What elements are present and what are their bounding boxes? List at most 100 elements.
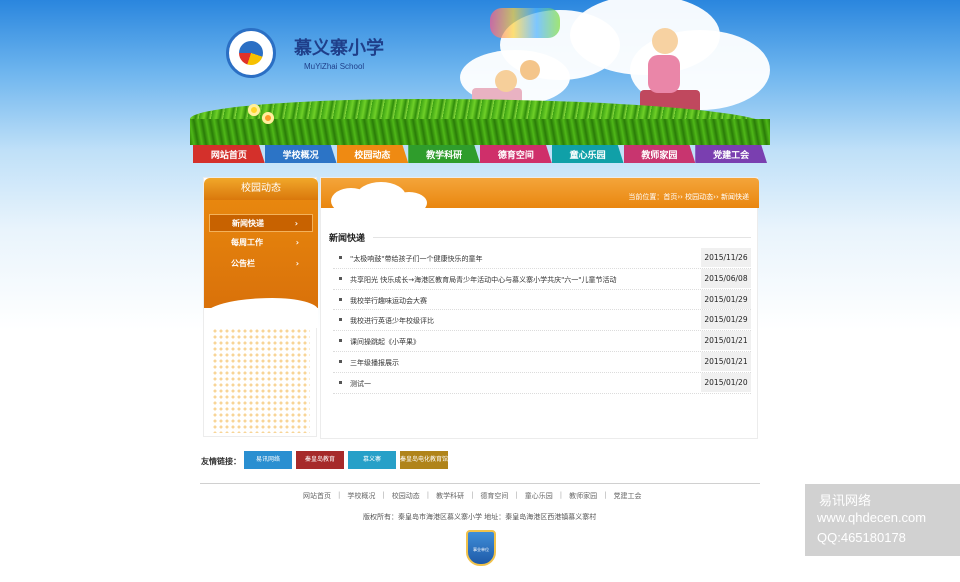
sidebar-item-weekly[interactable]: 每周工作 › <box>209 234 313 252</box>
news-date: 2015/11/26 <box>701 248 751 267</box>
teacher-illustration <box>652 28 678 54</box>
nav-item-campus-news[interactable]: 校园动态 <box>336 145 409 163</box>
bullet-icon <box>339 256 342 259</box>
footer-link-teachers[interactable]: 教师家园 <box>569 491 597 501</box>
institution-badge[interactable]: 事业单位 <box>466 530 496 566</box>
link-label: 易讯网络 <box>255 456 280 463</box>
news-item[interactable]: "太极响鼓"带给孩子们一个健康快乐的童年 2015/11/26 <box>333 248 751 269</box>
section-title: 新闻快递 <box>329 234 366 244</box>
bullet-icon <box>339 359 342 363</box>
footer-link-teaching[interactable]: 教学科研 <box>436 491 464 501</box>
links-label: 友情链接： <box>201 457 241 466</box>
chevron-right-icon: › <box>295 238 299 247</box>
child-illustration <box>495 70 517 92</box>
news-title[interactable]: 共享阳光 快乐成长→海港区教育局青少年活动中心与慕义寨小学共庆"六一"儿童节活动 <box>350 275 617 285</box>
school-name: 慕义寨小学 <box>294 38 384 59</box>
nav-label: 网站首页 <box>210 150 247 161</box>
news-date: 2015/01/21 <box>701 351 751 371</box>
sidebar: 校园动态 新闻快递 › 每周工作 › 公告栏 › <box>203 177 318 437</box>
nav-item-home[interactable]: 网站首页 <box>193 145 265 163</box>
news-title[interactable]: 三年级播报展示 <box>350 358 399 368</box>
bullet-icon <box>339 318 342 322</box>
sidebar-item-notice[interactable]: 公告栏 › <box>209 255 313 273</box>
bullet-icon <box>339 297 342 301</box>
news-title[interactable]: 课间操跳起《小苹果》 <box>350 337 420 347</box>
watermark: 易讯网络 www.qhdecen.com QQ:465180178 <box>805 484 960 556</box>
nav-item-teaching[interactable]: 教学科研 <box>408 145 480 163</box>
sidebar-item-label: 公告栏 <box>231 259 255 268</box>
link-logo-muyizhai[interactable]: 慕义寨 <box>348 451 396 469</box>
sidebar-item-label: 新闻快递 <box>232 219 264 228</box>
footer-link-party[interactable]: 党建工会 <box>614 491 642 501</box>
flower-icon <box>262 112 274 124</box>
bullet-icon <box>339 339 342 343</box>
news-date: 2015/01/29 <box>701 310 751 330</box>
nav-item-overview[interactable]: 学校概况 <box>264 145 337 163</box>
school-name-en: MuYiZhai School <box>304 62 365 71</box>
breadcrumb: 当前位置：首页›› 校园动态›› 新闻快递 <box>628 193 749 201</box>
main-content: 当前位置：首页›› 校园动态›› 新闻快递 新闻快递 "太极响鼓"带给孩子们一个… <box>320 177 759 439</box>
decorative-dots <box>212 328 310 433</box>
school-logo[interactable] <box>226 28 276 78</box>
letters-illustration <box>490 8 560 38</box>
grass <box>190 119 770 145</box>
nav-item-teachers[interactable]: 教师家园 <box>623 145 696 163</box>
footer-link-campus-news[interactable]: 校园动态 <box>392 491 420 501</box>
news-item[interactable]: 我校进行英语少年校级评比 2015/01/29 <box>333 310 751 332</box>
nav-item-kids[interactable]: 童心乐园 <box>551 145 624 163</box>
nav-label: 教学科研 <box>426 150 463 161</box>
chevron-right-icon: › <box>294 219 298 228</box>
link-label: 秦皇岛电化教育馆 <box>400 456 449 463</box>
chevron-right-icon: › <box>295 259 299 268</box>
content-banner: 当前位置：首页›› 校园动态›› 新闻快递 <box>321 178 759 214</box>
link-label: 秦皇岛教育 <box>304 456 335 463</box>
link-logo-yixun[interactable]: 易讯网络 <box>244 451 292 469</box>
news-title[interactable]: 测试一 <box>350 379 371 389</box>
news-date: 2015/01/21 <box>701 331 751 351</box>
news-item[interactable]: 我校举行趣味运动会大赛 2015/01/29 <box>333 289 751 311</box>
footer-link-overview[interactable]: 学校概况 <box>347 491 375 501</box>
news-date: 2015/01/29 <box>701 289 751 309</box>
news-date: 2015/01/20 <box>701 372 751 392</box>
news-item[interactable]: 课间操跳起《小苹果》 2015/01/21 <box>333 331 751 352</box>
nav-item-party[interactable]: 党建工会 <box>695 145 767 163</box>
link-logo-audiovisual[interactable]: 秦皇岛电化教育馆 <box>400 451 448 469</box>
nav-label: 德育空间 <box>497 150 534 161</box>
footer-nav: 网站首页 | 学校概况 | 校园动态 | 教学科研 | 德育空间 | 童心乐园 | 教师家园… <box>303 491 642 501</box>
news-item[interactable]: 测试一 2015/01/20 <box>333 372 751 394</box>
teacher-illustration <box>648 55 680 93</box>
sidebar-menu: 新闻快递 › 每周工作 › 公告栏 › <box>204 200 318 308</box>
footer-link-moral[interactable]: 德育空间 <box>480 491 508 501</box>
footer-link-home[interactable]: 网站首页 <box>303 491 331 501</box>
cloud <box>391 192 427 214</box>
badge-label: 事业单位 <box>473 547 489 552</box>
sidebar-item-label: 每周工作 <box>231 238 263 247</box>
flower-icon <box>248 104 260 116</box>
nav-label: 童心乐园 <box>569 150 606 161</box>
news-date: 2015/06/08 <box>701 268 751 288</box>
watermark-qq: QQ:465180178 <box>817 530 906 545</box>
copyright-text: 版权所有：秦皇岛市海港区慕义寨小学 地址：秦皇岛海港区西港镇慕义寨村 <box>363 513 597 521</box>
news-title[interactable]: 我校进行英语少年校级评比 <box>350 316 434 326</box>
nav-label: 校园动态 <box>354 150 391 161</box>
news-title[interactable]: "太极响鼓"带给孩子们一个健康快乐的童年 <box>350 254 482 264</box>
main-nav: 网站首页 学校概况 校园动态 教学科研 德育空间 童心乐园 教师家园 党建工会 <box>193 145 767 163</box>
news-item[interactable]: 共享阳光 快乐成长→海港区教育局青少年活动中心与慕义寨小学共庆"六一"儿童节活动… <box>333 268 751 290</box>
footer-link-kids[interactable]: 童心乐园 <box>525 491 553 501</box>
bullet-icon <box>339 276 342 280</box>
nav-label: 教师家园 <box>641 150 678 161</box>
news-item[interactable]: 三年级播报展示 2015/01/21 <box>333 351 751 373</box>
nav-label: 学校概况 <box>282 150 319 161</box>
child-illustration <box>520 60 540 80</box>
link-logo-qhd-education[interactable]: 秦皇岛教育 <box>296 451 344 469</box>
sidebar-item-news[interactable]: 新闻快递 › <box>209 214 313 232</box>
sidebar-title: 校园动态 <box>204 178 318 200</box>
news-list: "太极响鼓"带给孩子们一个健康快乐的童年 2015/11/26 共享阳光 快乐成… <box>333 248 751 394</box>
link-label: 慕义寨 <box>362 456 381 463</box>
divider <box>373 237 751 238</box>
watermark-url: www.qhdecen.com <box>817 510 927 525</box>
news-title[interactable]: 我校举行趣味运动会大赛 <box>350 296 427 306</box>
nav-item-moral[interactable]: 德育空间 <box>480 145 552 163</box>
nav-label: 党建工会 <box>713 150 750 161</box>
header-banner: 慕义寨小学 MuYiZhai School <box>190 0 770 145</box>
